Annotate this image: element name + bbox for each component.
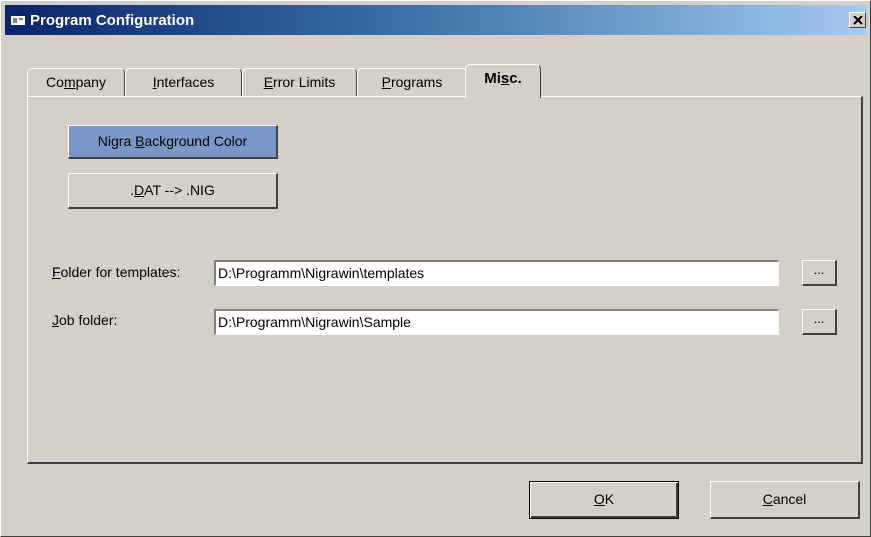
nigra-background-color-label: Nigra Background Color [97, 133, 248, 149]
nigra-background-color-button[interactable]: Nigra Background Color [68, 125, 278, 159]
title-bar[interactable]: Program Configuration [5, 5, 867, 35]
ok-button[interactable]: OK [529, 481, 679, 519]
tab-misc[interactable]: Misc. [465, 64, 541, 98]
tab-company-label: Company [46, 74, 106, 90]
job-folder-input[interactable]: D:\Programm\Nigrawin\Sample [214, 309, 779, 335]
close-button[interactable] [849, 12, 866, 28]
browse-templates-label: ... [813, 262, 825, 277]
tab-company[interactable]: Company [27, 68, 125, 96]
window-title: Program Configuration [30, 12, 195, 29]
dat-to-nig-button[interactable]: .DAT --> .NIG [68, 173, 278, 209]
tab-interfaces[interactable]: Interfaces [125, 68, 242, 96]
cancel-button-label: Cancel [762, 491, 807, 507]
tab-error-limits[interactable]: Error Limits [242, 68, 357, 96]
dat-to-nig-label: .DAT --> .NIG [130, 182, 215, 198]
misc-tab-panel: Nigra Background Color .DAT --> .NIG Fol… [27, 96, 863, 464]
tab-interfaces-label: Interfaces [152, 74, 215, 90]
templates-folder-input[interactable]: D:\Programm\Nigrawin\templates [214, 260, 779, 286]
ok-button-label: OK [593, 491, 615, 507]
tab-programs[interactable]: Programs [357, 68, 467, 96]
cancel-button[interactable]: Cancel [710, 481, 860, 519]
browse-job-folder-label: ... [813, 311, 825, 326]
browse-templates-button[interactable]: ... [802, 260, 837, 286]
app-icon [11, 13, 25, 25]
job-folder-label: Job folder: [52, 312, 118, 328]
tab-misc-label: Misc. [484, 70, 522, 87]
close-icon [853, 16, 863, 25]
tab-programs-label: Programs [381, 74, 443, 90]
program-configuration-window: Program Configuration Company Interfaces… [0, 0, 871, 537]
tab-error-limits-label: Error Limits [263, 74, 336, 90]
browse-job-folder-button[interactable]: ... [802, 309, 837, 335]
templates-folder-label: Folder for templates: [52, 264, 181, 280]
